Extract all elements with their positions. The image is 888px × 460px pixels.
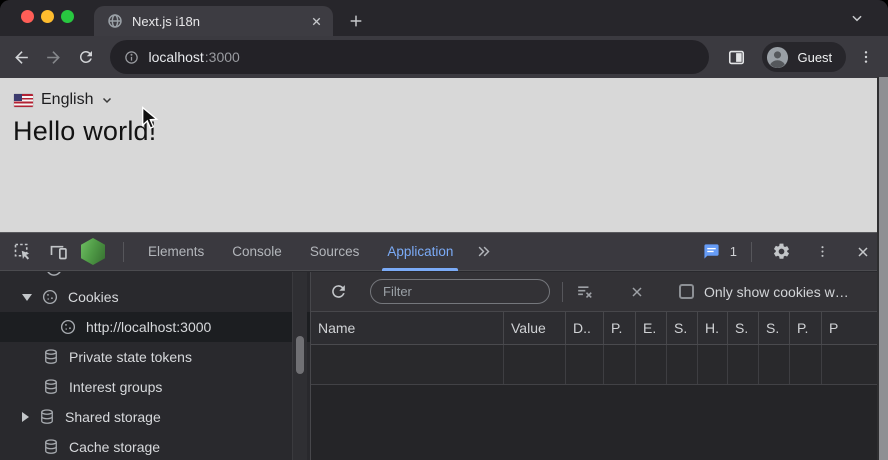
column-header-size[interactable]: S. — [667, 312, 698, 344]
expanded-triangle-icon[interactable] — [22, 294, 32, 301]
toolbar-divider — [751, 242, 752, 262]
toolbar-divider — [562, 282, 563, 302]
column-header-path[interactable]: P. — [604, 312, 636, 344]
column-header-partition[interactable]: P. — [790, 312, 822, 344]
tab-search-chevron-icon[interactable] — [850, 11, 864, 25]
toolbar-divider — [123, 242, 124, 262]
address-bar[interactable]: localhost :3000 — [110, 40, 709, 74]
cookies-table: Name Value D.. P. E. S. H. S. S. P. P — [311, 312, 888, 460]
devtools-close-icon[interactable] — [848, 237, 878, 267]
sidebar-item-shared-storage[interactable]: Shared storage — [0, 402, 310, 432]
page-heading: Hello world! — [13, 116, 156, 147]
back-button[interactable] — [6, 41, 38, 73]
language-switcher[interactable]: English — [14, 91, 113, 109]
database-icon — [38, 408, 56, 426]
us-flag-icon — [14, 94, 33, 107]
page-content: English Hello world! — [0, 78, 888, 232]
browser-tab[interactable]: Next.js i18n — [94, 6, 333, 36]
profile-button[interactable]: Guest — [762, 42, 846, 72]
column-header-domain[interactable]: D.. — [566, 312, 604, 344]
settings-gear-icon[interactable] — [766, 237, 796, 267]
tab-title: Next.js i18n — [132, 14, 301, 29]
sidebar-item-cookies[interactable]: Cookies — [0, 282, 310, 312]
minimize-window-button[interactable] — [41, 10, 54, 23]
tab-close-icon[interactable] — [310, 15, 323, 28]
filter-input[interactable] — [370, 279, 550, 304]
database-icon — [42, 438, 60, 456]
site-info-icon[interactable] — [124, 50, 139, 65]
cookie-icon — [41, 288, 59, 306]
only-show-cookies-label[interactable]: Only show cookies w… — [704, 284, 849, 300]
only-show-cookies-checkbox[interactable] — [679, 284, 694, 299]
devtools-menu-button[interactable] — [807, 237, 837, 267]
url-port: :3000 — [205, 49, 240, 65]
tab-strip: Next.js i18n — [0, 0, 888, 36]
url-host: localhost — [149, 49, 204, 65]
inspect-element-button[interactable] — [8, 237, 38, 267]
cookies-panel: Only show cookies w… Name Value D.. P. E… — [311, 272, 888, 460]
chevron-down-icon — [101, 94, 113, 106]
application-sidebar: Cookies http://localhost:3000 Private st… — [0, 272, 311, 460]
side-panel-button[interactable] — [721, 41, 753, 73]
browser-toolbar: localhost :3000 Guest — [0, 36, 888, 78]
browser-window: Next.js i18n localhost :3000 — [0, 0, 888, 460]
maximize-window-button[interactable] — [61, 10, 74, 23]
database-icon — [42, 348, 60, 366]
cookie-icon — [59, 318, 77, 336]
mouse-cursor — [141, 106, 159, 131]
devtools-toolbar-right: 1 — [703, 237, 880, 267]
cookies-table-header: Name Value D.. P. E. S. H. S. S. P. P — [311, 312, 888, 345]
tab-console[interactable]: Console — [218, 233, 296, 271]
sidebar-item-cookies-localhost[interactable]: http://localhost:3000 — [0, 312, 310, 342]
tab-elements[interactable]: Elements — [134, 233, 218, 271]
new-tab-button[interactable] — [341, 6, 371, 36]
devtools-panel: Elements Console Sources Application 1 — [0, 232, 888, 460]
devtools-body: Cookies http://localhost:3000 Private st… — [0, 272, 888, 460]
cookies-toolbar: Only show cookies w… — [311, 272, 888, 312]
refresh-cookies-button[interactable] — [323, 277, 353, 307]
tab-sources[interactable]: Sources — [296, 233, 374, 271]
language-label: English — [41, 91, 93, 109]
console-messages-button[interactable] — [703, 243, 720, 260]
column-header-value[interactable]: Value — [504, 312, 566, 344]
reload-button[interactable] — [70, 41, 102, 73]
partial-item-icon — [44, 272, 64, 278]
column-header-samesite[interactable]: S. — [759, 312, 790, 344]
more-tabs-chevron-icon[interactable] — [467, 244, 500, 259]
sidebar-scrollbar-thumb[interactable] — [296, 336, 304, 374]
sidebar-item-cache-storage[interactable]: Cache storage — [0, 432, 310, 460]
collapsed-triangle-icon[interactable] — [22, 412, 29, 422]
forward-button[interactable] — [38, 41, 70, 73]
column-header-expires[interactable]: E. — [636, 312, 667, 344]
profile-name: Guest — [797, 50, 832, 65]
avatar — [766, 46, 789, 69]
window-scrollbar[interactable] — [877, 77, 888, 460]
column-header-httponly[interactable]: H. — [698, 312, 728, 344]
empty-cookie-row[interactable] — [311, 345, 888, 385]
globe-favicon-icon — [107, 13, 123, 29]
sidebar-item-interest-groups[interactable]: Interest groups — [0, 372, 310, 402]
sidebar-item-private-state-tokens[interactable]: Private state tokens — [0, 342, 310, 372]
clear-filter-icon[interactable] — [569, 277, 599, 307]
device-toolbar-button[interactable] — [43, 237, 73, 267]
database-icon — [42, 378, 60, 396]
close-window-button[interactable] — [21, 10, 34, 23]
tab-application[interactable]: Application — [373, 233, 467, 271]
browser-menu-button[interactable] — [850, 41, 882, 73]
column-header-secure[interactable]: S. — [728, 312, 759, 344]
nodejs-icon[interactable] — [78, 237, 108, 267]
table-empty-area — [311, 386, 888, 460]
clear-all-cookies-icon[interactable] — [622, 277, 652, 307]
column-header-name[interactable]: Name — [311, 312, 504, 344]
message-count-badge: 1 — [730, 244, 737, 259]
devtools-toolbar: Elements Console Sources Application 1 — [0, 233, 888, 271]
